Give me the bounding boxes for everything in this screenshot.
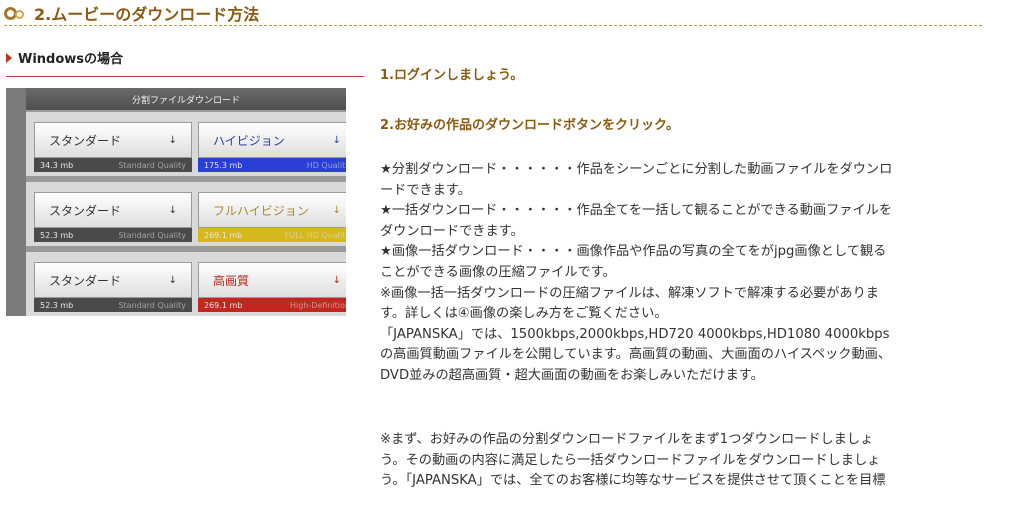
text-line: ※画像一括一括ダウンロードの圧縮ファイルは、解凍ソフトで解凍する必要がありま <box>380 285 879 301</box>
ornament-icon <box>4 4 30 22</box>
down-arrow-icon: ↓ <box>168 205 177 216</box>
size-bar: 52.3 mb Standard Quality <box>34 298 192 312</box>
text-line: ★一括ダウンロード・・・・・・作品全てを一括して観ることができる動画ファイルを <box>380 203 893 219</box>
text-line: ※まず、お好みの作品の分割ダウンロードファイルをまず1つダウンロードしましょ <box>380 432 874 447</box>
text-line: 「JAPANSKA」では、1500kbps,2000kbps,HD720 400… <box>380 326 890 342</box>
subsection-title: Windowsの場合 <box>18 52 124 67</box>
standard-download-button[interactable]: スタンダード ↓ <box>34 262 192 298</box>
text-line: DVD並みの超高画質・超大画面の動画をお楽しみいただけます。 <box>380 367 764 383</box>
section-header: 2.ムービーのダウンロード方法 <box>4 0 982 26</box>
down-arrow-icon: ↓ <box>332 135 341 146</box>
standard-download-button[interactable]: スタンダード ↓ <box>34 122 192 158</box>
text-line: ダウンロードできます。 <box>380 223 524 239</box>
download-row: スタンダード ↓ 52.3 mb Standard Quality 高画質 ↓ … <box>26 252 346 316</box>
triangle-bullet-icon <box>6 52 12 63</box>
full-hd-download-button[interactable]: フルハイビジョン ↓ <box>198 192 346 228</box>
panel-side <box>6 88 26 316</box>
text-line: ードできます。 <box>380 182 471 198</box>
standard-download-button[interactable]: スタンダード ↓ <box>34 192 192 228</box>
size-bar: 175.3 mb HD Quality <box>198 158 346 172</box>
step-click-download: 2.お好みの作品のダウンロードボタンをクリック。 <box>380 118 679 133</box>
size-bar: 52.3 mb Standard Quality <box>34 228 192 242</box>
text-line: ★画像一括ダウンロード・・・・画像作品や作品の写真の全てをがjpg画像として観る <box>380 244 887 260</box>
down-arrow-icon: ↓ <box>332 205 341 216</box>
text-line: の高画質動画ファイルを公開しています。高画質の動画、大画面のハイスペック動画、 <box>380 347 892 363</box>
down-arrow-icon: ↓ <box>168 135 177 146</box>
download-row: スタンダード ↓ 34.3 mb Standard Quality ハイビジョン… <box>26 112 346 176</box>
down-arrow-icon: ↓ <box>332 275 341 286</box>
hd-download-button[interactable]: ハイビジョン ↓ <box>198 122 346 158</box>
text-line: ことができる画像の圧縮ファイルです。 <box>380 264 616 280</box>
panel-header: 分割ファイルダウンロード <box>26 88 346 110</box>
note-paragraph: ※まず、お好みの作品の分割ダウンロードファイルをまず1つダウンロードしましょ う… <box>380 430 980 492</box>
subsection-header: Windowsの場合 <box>6 48 123 67</box>
text-line: す。詳しくは④画像の楽しみ方をご覧ください。 <box>380 306 668 322</box>
size-bar: 269.1 mb FULL HD Quality <box>198 228 346 242</box>
description-paragraph: ★分割ダウンロード・・・・・・作品をシーンごとに分割した動画ファイルをダウンロ … <box>380 160 980 387</box>
down-arrow-icon: ↓ <box>168 275 177 286</box>
download-row: スタンダード ↓ 52.3 mb Standard Quality フルハイビジ… <box>26 182 346 246</box>
text-line: う。「JAPANSKA」では、全てのお客様に均等なサービスを提供させて頂くことを… <box>380 473 886 489</box>
size-bar: 34.3 mb Standard Quality <box>34 158 192 172</box>
high-definition-download-button[interactable]: 高画質 ↓ <box>198 262 346 298</box>
size-bar: 269.1 mb High-Definition <box>198 298 346 312</box>
section-title: 2.ムービーのダウンロード方法 <box>34 4 260 24</box>
text-line: う。その動画の内容に満足したら一括ダウンロードファイルをダウンロードしましょ <box>380 452 881 468</box>
download-panel-image: 分割ファイルダウンロード スタンダード ↓ 34.3 mb Standard Q… <box>6 88 346 316</box>
subsection-divider <box>6 76 364 77</box>
step-login: 1.ログインしましょう。 <box>380 68 524 83</box>
text-line: ★分割ダウンロード・・・・・・作品をシーンごとに分割した動画ファイルをダウンロ <box>380 162 893 177</box>
